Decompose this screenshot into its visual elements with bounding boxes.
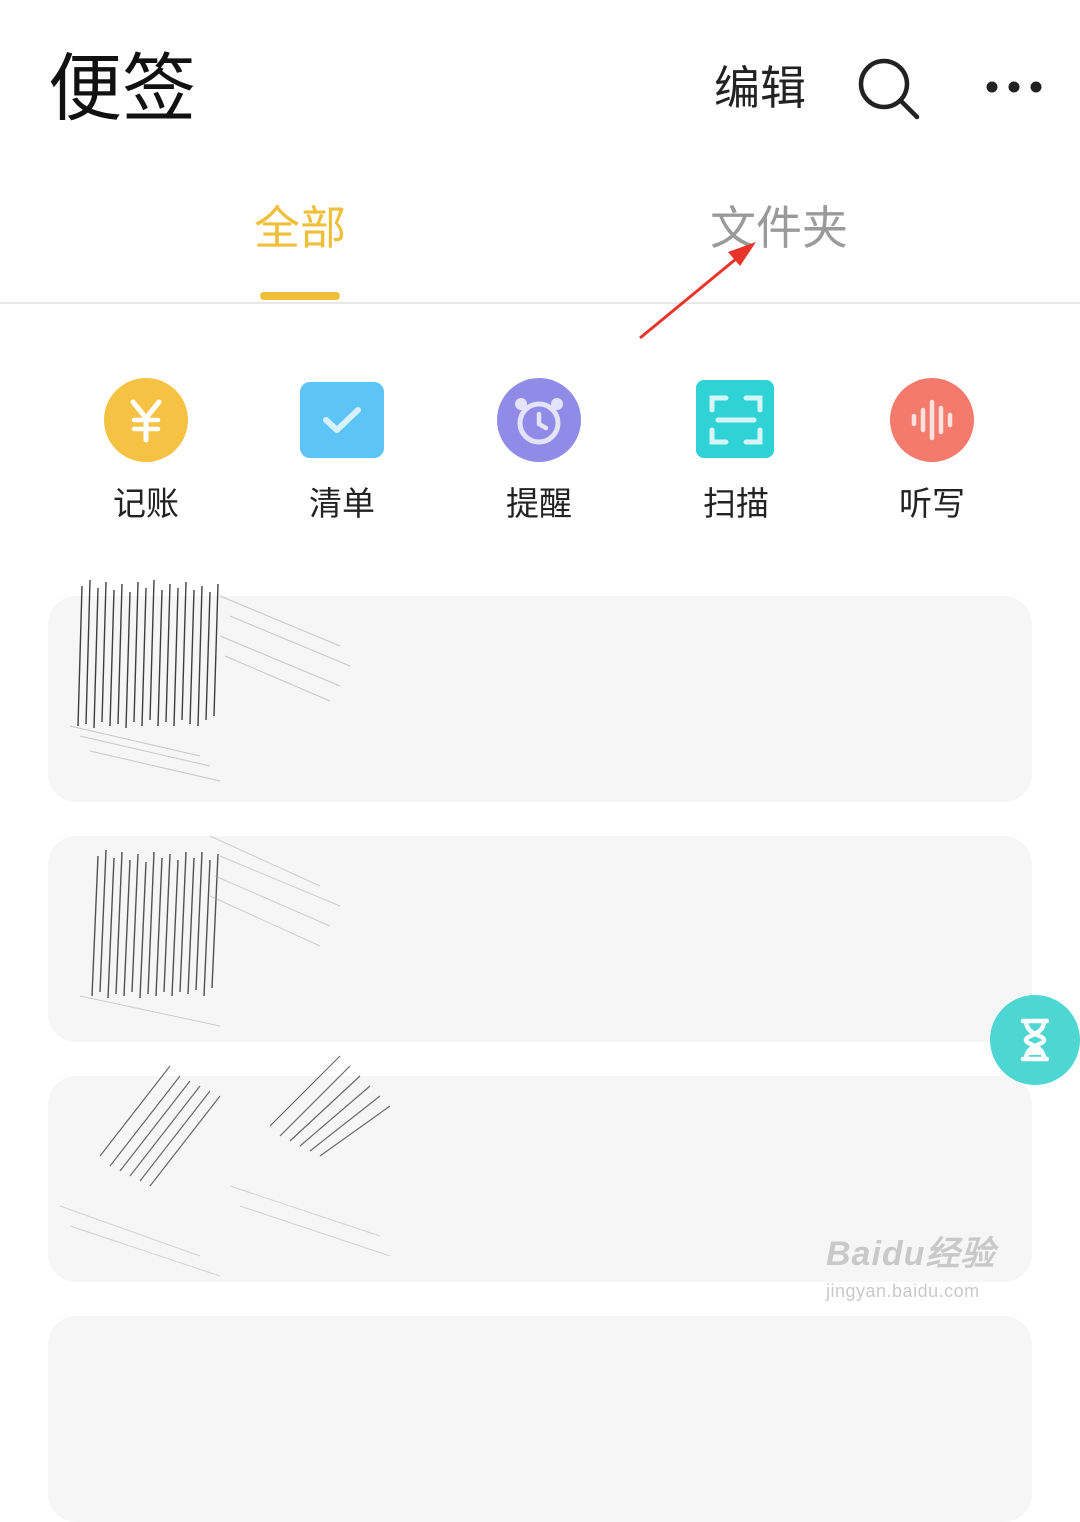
tab-bar: 全部 文件夹 — [0, 180, 1080, 304]
shortcut-scan[interactable]: 扫描 — [676, 370, 796, 526]
redaction-scribble — [69, 579, 351, 782]
shortcut-label: 提醒 — [506, 484, 572, 523]
shortcut-label: 清单 — [309, 484, 375, 523]
tab-folder[interactable]: 文件夹 — [710, 198, 848, 258]
search-icon — [858, 58, 920, 120]
tab-active-indicator — [260, 292, 340, 300]
note-card[interactable] — [48, 835, 1032, 1042]
shortcut-label: 听写 — [899, 484, 965, 523]
shortcut-bookkeeping[interactable]: 记账 — [86, 370, 206, 526]
watermark: Baidu经验 jingyan.baidu.com — [826, 1226, 1026, 1326]
page-title: 便签 — [48, 46, 196, 132]
redaction-scribble — [79, 835, 341, 1027]
redaction-scribble — [59, 1055, 391, 1277]
edit-button[interactable]: 编辑 — [714, 58, 806, 118]
scan-icon — [694, 378, 778, 462]
note-card[interactable] — [48, 1316, 1032, 1522]
voice-wave-icon — [890, 378, 974, 462]
top-bar: 便签 编辑 — [0, 0, 1080, 170]
yuan-icon — [104, 378, 188, 462]
timer-floating-button[interactable] — [990, 995, 1080, 1085]
alarm-clock-icon — [497, 378, 581, 462]
shortcut-row: 记账 清单 提醒 扫描 听写 — [0, 370, 1080, 540]
tab-all[interactable]: 全部 — [254, 198, 346, 258]
shortcut-dictation[interactable]: 听写 — [872, 370, 992, 526]
checklist-icon — [300, 378, 384, 462]
shortcut-checklist[interactable]: 清单 — [282, 370, 402, 526]
note-card[interactable] — [48, 579, 1032, 802]
shortcut-label: 扫描 — [703, 484, 769, 523]
more-options-button[interactable] — [980, 70, 1048, 104]
shortcut-reminder[interactable]: 提醒 — [479, 370, 599, 526]
more-horizontal-icon — [986, 81, 1042, 93]
hourglass-icon — [990, 995, 1080, 1085]
search-button[interactable] — [856, 56, 922, 122]
shortcut-label: 记账 — [113, 484, 179, 523]
watermark-url: jingyan.baidu.com — [826, 1281, 980, 1301]
watermark-logo: Baidu经验 — [826, 1235, 996, 1273]
